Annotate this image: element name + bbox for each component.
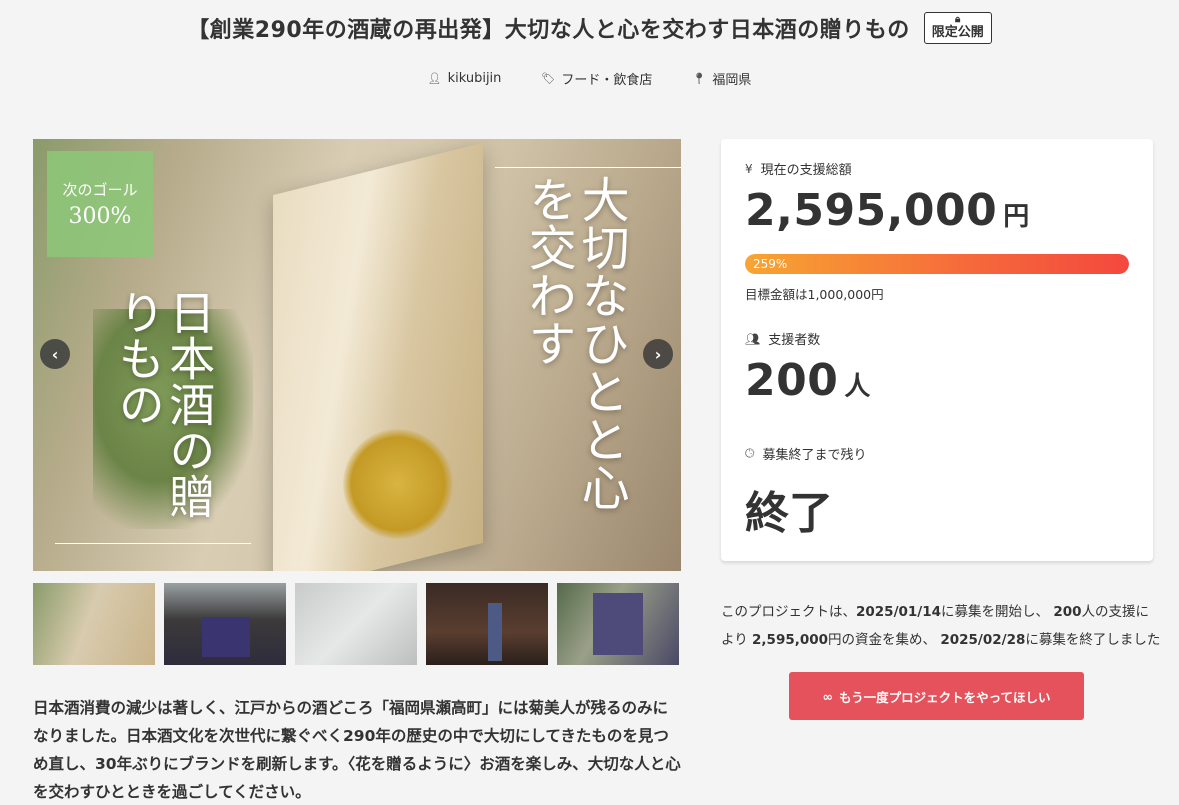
thumbnail-5[interactable] xyxy=(557,583,679,665)
supporters-unit: 人 xyxy=(844,372,871,402)
goal-label: 次のゴール xyxy=(62,181,138,199)
total-label: 現在の支援総額 xyxy=(760,163,852,178)
thumbnail-1[interactable] xyxy=(33,583,155,665)
summary-end-date: 2025/02/28 xyxy=(940,632,1026,648)
headline-left: 日本酒の贈りもの xyxy=(111,289,217,519)
location-link[interactable]: 📍︎ 福岡県 xyxy=(692,68,751,88)
owner-name: kikubijin xyxy=(447,70,502,86)
infinity-icon: ∞ xyxy=(822,688,833,704)
summary-amount: 2,595,000 xyxy=(752,632,829,648)
goal-value: 300% xyxy=(68,204,132,229)
project-meta: 👤︎ kikubijin 🏷︎ フード・飲食店 📍︎ 福岡県 xyxy=(0,68,1179,88)
remaining-label-row: 🕓︎ 募集終了まで残り xyxy=(745,444,867,463)
progress-bar: 259% xyxy=(745,254,1129,274)
user-icon: 👤︎ xyxy=(427,71,442,85)
thumbnail-2[interactable] xyxy=(164,583,286,665)
category-link[interactable]: 🏷︎ フード・飲食店 xyxy=(541,68,652,88)
total-amount: 2,595,000 円 xyxy=(745,185,1029,236)
tag-icon: 🏷︎ xyxy=(541,71,556,85)
remaining-label: 募集終了まで残り xyxy=(762,448,867,463)
prev-slide-button[interactable]: ‹ xyxy=(40,339,70,369)
supporters-label: 支援者数 xyxy=(768,333,821,348)
chevron-right-icon: › xyxy=(654,344,662,364)
project-description: 日本酒消費の減少は著しく、江戸からの酒どころ「福岡県瀬高町」には菊美人が残るのみ… xyxy=(33,699,681,801)
category-name: フード・飲食店 xyxy=(561,72,653,88)
stats-card: ¥ 現在の支援総額 2,595,000 円 259% 目標金額は1,000,00… xyxy=(721,139,1153,561)
total-unit: 円 xyxy=(1003,202,1030,232)
summary-part-1: このプロジェクトは、 xyxy=(721,604,856,620)
yen-icon: ¥ xyxy=(745,161,753,176)
thumbnail-3[interactable] xyxy=(295,583,417,665)
total-label-row: ¥ 現在の支援総額 xyxy=(745,159,852,179)
clock-icon: 🕓︎ xyxy=(745,446,755,460)
project-summary: このプロジェクトは、2025/01/14に募集を開始し、 200人の支援により … xyxy=(721,598,1161,654)
summary-part-2: に募集を開始し、 xyxy=(941,604,1050,620)
users-icon: 👥︎ xyxy=(745,331,761,346)
request-again-button[interactable]: ∞ もう一度プロジェクトをやってほしい xyxy=(789,672,1084,720)
limited-badge: 🔒︎ 限定公開 xyxy=(923,12,992,44)
summary-part-4: 円の資金を集め、 xyxy=(828,632,937,648)
request-again-label: もう一度プロジェクトをやってほしい xyxy=(838,689,1051,705)
thumbnail-strip xyxy=(33,583,681,665)
title-row: 【創業290年の酒蔵の再出発】大切な人と心を交わす日本酒の贈りもの 🔒︎ 限定公… xyxy=(0,6,1179,50)
target-amount: 目標金額は1,000,000円 xyxy=(745,287,884,302)
chevron-left-icon: ‹ xyxy=(51,344,59,364)
lock-icon: 🔒︎ xyxy=(955,14,961,25)
summary-part-5: に募集を終了しました xyxy=(1025,632,1161,648)
page-title: 【創業290年の酒蔵の再出発】大切な人と心を交わす日本酒の贈りもの xyxy=(187,18,910,43)
divider-top xyxy=(495,167,681,168)
owner-link[interactable]: 👤︎ kikubijin xyxy=(428,68,502,88)
main-image: 次のゴール 300% 大切なひとと心を交わす 日本酒の贈りもの ‹ › xyxy=(33,139,681,571)
thumbnail-4[interactable] xyxy=(426,583,548,665)
progress-fill: 259% xyxy=(745,254,1129,274)
headline-right: 大切なひとと心を交わす xyxy=(519,175,629,511)
next-goal-badge: 次のゴール 300% xyxy=(47,151,153,257)
total-value: 2,595,000 xyxy=(745,185,998,236)
summary-start-date: 2025/01/14 xyxy=(856,604,942,620)
remaining-value: 終了 xyxy=(745,488,833,539)
next-slide-button[interactable]: › xyxy=(643,339,673,369)
badge-label: 限定公開 xyxy=(931,25,984,40)
location-name: 福岡県 xyxy=(712,72,752,88)
supporters-label-row: 👥︎ 支援者数 xyxy=(745,329,821,349)
summary-count: 200 xyxy=(1053,604,1082,620)
divider-bottom xyxy=(55,543,251,544)
supporters-value: 200 xyxy=(745,355,839,406)
map-pin-icon: 📍︎ xyxy=(692,71,707,85)
gold-leaf xyxy=(343,429,453,539)
supporters-count: 200 人 xyxy=(745,355,870,406)
